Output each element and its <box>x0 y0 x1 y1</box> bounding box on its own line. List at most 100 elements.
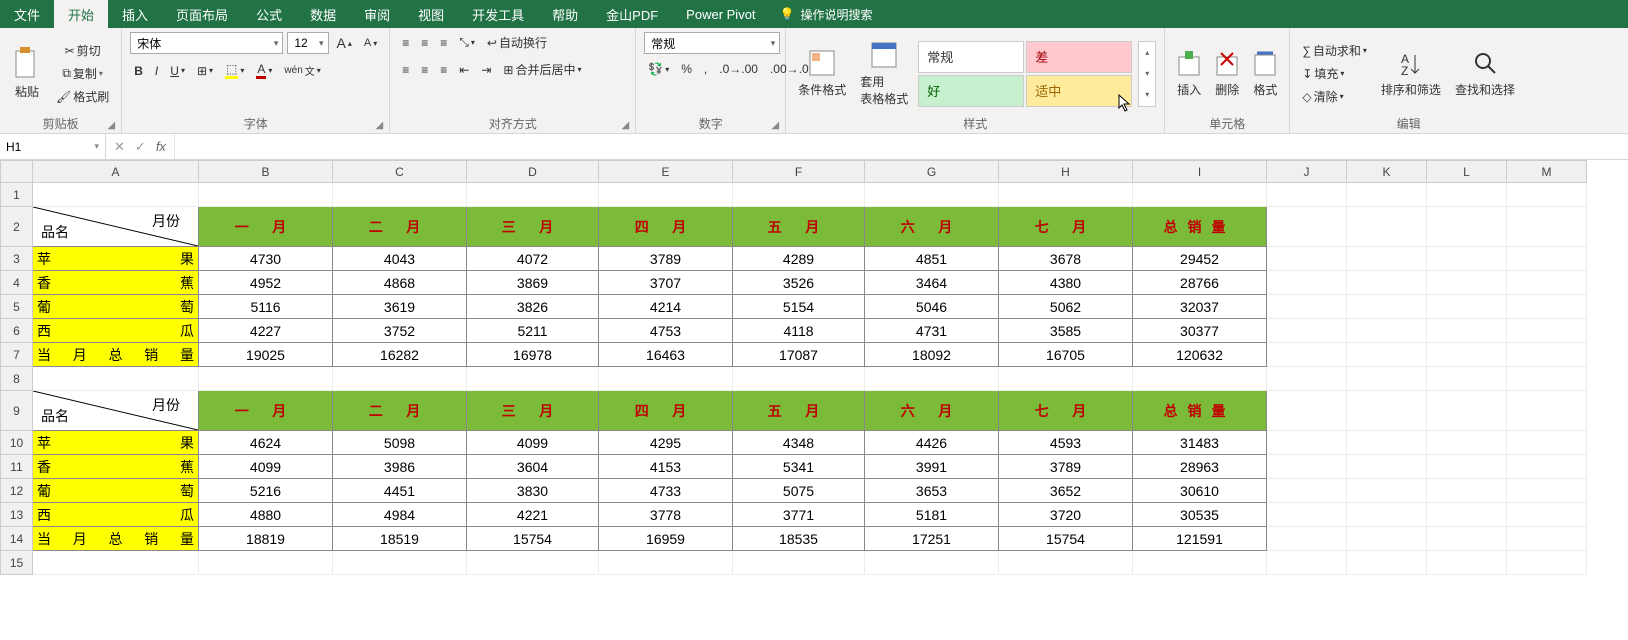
cell[interactable] <box>1427 367 1507 391</box>
cell[interactable] <box>1267 479 1347 503</box>
month-header[interactable]: 七 月 <box>999 391 1133 431</box>
data-cell[interactable]: 5216 <box>199 479 333 503</box>
data-cell[interactable]: 5341 <box>733 455 865 479</box>
format-as-table-button[interactable]: 套用 表格格式 <box>856 39 912 109</box>
tell-me-search[interactable]: 💡 操作说明搜索 <box>770 0 883 28</box>
data-cell[interactable]: 4348 <box>733 431 865 455</box>
cell[interactable] <box>1427 319 1507 343</box>
cell[interactable] <box>1267 391 1347 431</box>
data-cell[interactable]: 4880 <box>199 503 333 527</box>
sort-filter-button[interactable]: AZ排序和筛选 <box>1377 47 1445 100</box>
tab-page-layout[interactable]: 页面布局 <box>162 0 242 28</box>
cell[interactable] <box>467 367 599 391</box>
cell[interactable] <box>1267 551 1347 575</box>
style-normal[interactable]: 常规 <box>918 41 1024 73</box>
cell[interactable] <box>599 183 733 207</box>
data-cell[interactable]: 4153 <box>599 455 733 479</box>
shrink-font-button[interactable]: A▾ <box>360 35 381 51</box>
cell[interactable] <box>1267 271 1347 295</box>
cell[interactable] <box>333 367 467 391</box>
data-cell[interactable]: 5211 <box>467 319 599 343</box>
data-cell[interactable]: 17251 <box>865 527 999 551</box>
data-cell[interactable]: 3526 <box>733 271 865 295</box>
font-size-combo[interactable]: 12 <box>287 32 328 54</box>
tab-power-pivot[interactable]: Power Pivot <box>672 0 769 28</box>
diagonal-header-cell[interactable]: 月份品名 <box>33 391 199 431</box>
col-header[interactable]: F <box>733 161 865 183</box>
cancel-formula-button[interactable]: ✕ <box>114 139 125 155</box>
data-cell[interactable]: 3720 <box>999 503 1133 527</box>
data-cell[interactable]: 3869 <box>467 271 599 295</box>
italic-button[interactable]: I <box>151 62 162 80</box>
cell[interactable] <box>1427 343 1507 367</box>
row-header[interactable]: 14 <box>1 527 33 551</box>
data-cell[interactable]: 31483 <box>1133 431 1267 455</box>
data-cell[interactable]: 4289 <box>733 247 865 271</box>
cell[interactable] <box>733 551 865 575</box>
data-cell[interactable]: 5062 <box>999 295 1133 319</box>
autosum-button[interactable]: ∑自动求和 ▾ <box>1298 40 1371 61</box>
data-cell[interactable]: 5046 <box>865 295 999 319</box>
data-cell[interactable]: 3771 <box>733 503 865 527</box>
cell[interactable] <box>33 367 199 391</box>
cut-button[interactable]: ✂剪切 <box>61 40 105 61</box>
data-cell[interactable]: 28766 <box>1133 271 1267 295</box>
data-cell[interactable]: 4426 <box>865 431 999 455</box>
formula-input[interactable] <box>175 134 1628 159</box>
data-cell[interactable]: 3585 <box>999 319 1133 343</box>
cell[interactable] <box>1507 295 1587 319</box>
data-cell[interactable]: 5181 <box>865 503 999 527</box>
wrap-text-button[interactable]: ↩自动换行 <box>483 32 551 53</box>
cell[interactable] <box>1267 319 1347 343</box>
font-color-button[interactable]: A ▾ <box>252 60 276 81</box>
row-header[interactable]: 11 <box>1 455 33 479</box>
cell[interactable] <box>1267 183 1347 207</box>
data-cell[interactable]: 15754 <box>999 527 1133 551</box>
month-header[interactable]: 三 月 <box>467 207 599 247</box>
fill-button[interactable]: ↧填充 ▾ <box>1298 63 1348 84</box>
data-cell[interactable]: 16705 <box>999 343 1133 367</box>
col-header[interactable]: K <box>1347 161 1427 183</box>
cell[interactable] <box>1427 551 1507 575</box>
col-header[interactable]: M <box>1507 161 1587 183</box>
data-cell[interactable]: 4380 <box>999 271 1133 295</box>
col-header[interactable]: C <box>333 161 467 183</box>
cell[interactable] <box>999 183 1133 207</box>
col-header[interactable]: A <box>33 161 199 183</box>
data-cell[interactable]: 3619 <box>333 295 467 319</box>
border-button[interactable]: ⊞ ▾ <box>193 62 217 80</box>
cell[interactable] <box>1267 207 1347 247</box>
cell[interactable] <box>1427 479 1507 503</box>
align-center-button[interactable]: ≡ <box>417 61 432 79</box>
row-name-cell[interactable]: 西瓜 <box>33 319 199 343</box>
cell[interactable] <box>1507 367 1587 391</box>
comma-button[interactable]: , <box>700 60 711 78</box>
orientation-button[interactable]: ⤡ ▾ <box>455 33 479 52</box>
dialog-launcher-icon[interactable]: ◢ <box>108 120 116 131</box>
format-cells-button[interactable]: 格式 <box>1249 47 1281 100</box>
month-header[interactable]: 六 月 <box>865 207 999 247</box>
tab-help[interactable]: 帮助 <box>538 0 592 28</box>
data-cell[interactable]: 4593 <box>999 431 1133 455</box>
data-cell[interactable]: 15754 <box>467 527 599 551</box>
data-cell[interactable]: 4295 <box>599 431 733 455</box>
cell[interactable] <box>1347 295 1427 319</box>
data-cell[interactable]: 3778 <box>599 503 733 527</box>
phonetic-button[interactable]: wén文 ▾ <box>280 61 324 80</box>
cell[interactable] <box>1347 503 1427 527</box>
cell[interactable] <box>1507 527 1587 551</box>
data-cell[interactable]: 16282 <box>333 343 467 367</box>
cell[interactable] <box>733 183 865 207</box>
cell[interactable] <box>733 367 865 391</box>
worksheet-grid[interactable]: A B C D E F G H I J K L M 12月份品名一 月二 月三 … <box>0 160 1628 575</box>
data-cell[interactable]: 32037 <box>1133 295 1267 319</box>
copy-button[interactable]: ⧉复制▾ <box>58 63 107 84</box>
cell[interactable] <box>1347 479 1427 503</box>
row-name-cell[interactable]: 当月总销量 <box>33 527 199 551</box>
select-all-corner[interactable] <box>1 161 33 183</box>
data-cell[interactable]: 120632 <box>1133 343 1267 367</box>
cell[interactable] <box>1507 319 1587 343</box>
month-header[interactable]: 七 月 <box>999 207 1133 247</box>
data-cell[interactable]: 3830 <box>467 479 599 503</box>
row-header[interactable]: 5 <box>1 295 33 319</box>
